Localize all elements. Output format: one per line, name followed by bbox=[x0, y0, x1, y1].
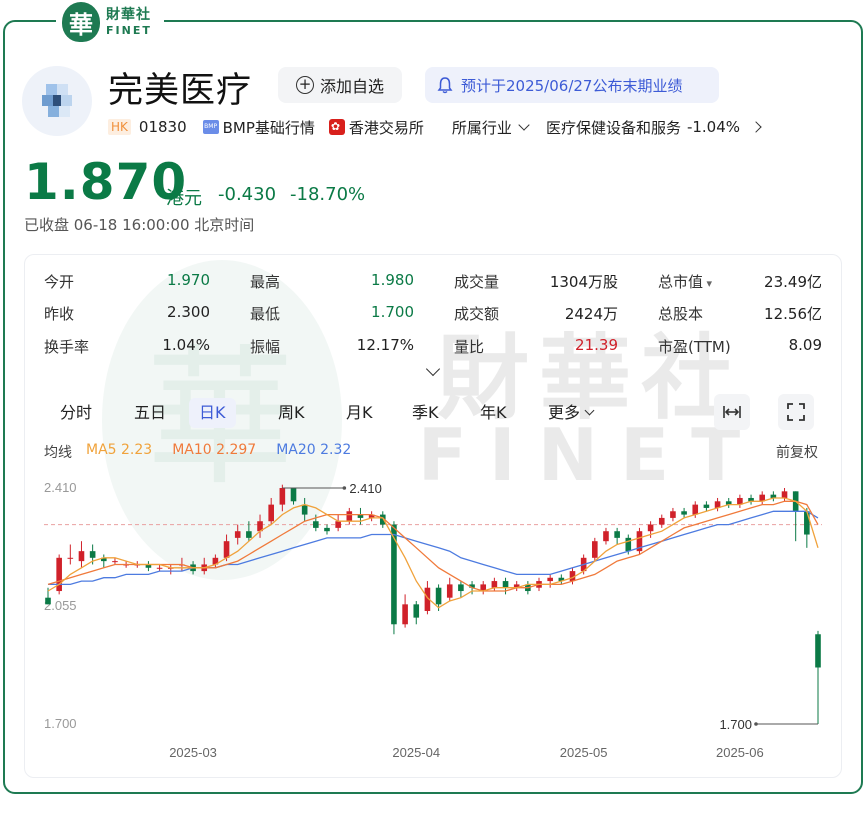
candle-body bbox=[603, 531, 609, 542]
candle-body bbox=[658, 517, 665, 525]
x-tick-label: 2025-04 bbox=[392, 745, 440, 760]
candle-body bbox=[324, 527, 330, 532]
candle-body bbox=[67, 557, 74, 559]
candle-body bbox=[223, 541, 230, 558]
x-tick-label: 2025-06 bbox=[716, 745, 764, 760]
candle-body bbox=[246, 531, 252, 538]
high-annotation: 2.410 bbox=[349, 481, 382, 496]
x-tick-label: 2025-05 bbox=[560, 745, 608, 760]
candle-body bbox=[614, 531, 620, 538]
candle-body bbox=[804, 511, 810, 535]
candle-body bbox=[670, 511, 676, 518]
candle-body bbox=[413, 604, 420, 618]
candle-body bbox=[625, 537, 632, 552]
candle-body bbox=[335, 521, 341, 528]
candle-body bbox=[547, 577, 553, 582]
candle-body bbox=[692, 504, 699, 515]
high-marker-dot bbox=[342, 486, 347, 490]
candle-body bbox=[346, 511, 353, 522]
candle-body bbox=[234, 531, 241, 538]
ma5-line bbox=[47, 497, 819, 609]
candle-body bbox=[491, 581, 498, 588]
y-tick-label: 1.700 bbox=[44, 716, 77, 731]
candle-body bbox=[112, 561, 118, 563]
candle-body bbox=[781, 491, 788, 498]
candle-body bbox=[681, 511, 687, 515]
candle-body bbox=[446, 584, 453, 598]
candle-body bbox=[502, 581, 509, 588]
candle-body bbox=[268, 504, 274, 522]
candle-body bbox=[815, 634, 821, 668]
candle-body bbox=[313, 521, 319, 528]
low-annotation: 1.700 bbox=[719, 717, 752, 732]
x-tick-label: 2025-03 bbox=[169, 745, 217, 760]
y-tick-label: 2.410 bbox=[44, 480, 77, 495]
candle-body bbox=[290, 488, 297, 502]
kline-chart[interactable]: 2.4102.0551.7002.4101.7002025-03 2025-04 2… bbox=[0, 0, 866, 814]
candle-body bbox=[301, 504, 308, 515]
candle-body bbox=[647, 524, 654, 532]
candle-body bbox=[391, 524, 397, 625]
candle-body bbox=[435, 587, 442, 605]
candle-body bbox=[592, 541, 598, 558]
candle-body bbox=[45, 597, 51, 605]
candle-body bbox=[279, 488, 286, 505]
candle-body bbox=[458, 584, 464, 592]
candle-body bbox=[156, 567, 163, 569]
candle-body bbox=[78, 551, 85, 562]
candle-body bbox=[402, 604, 408, 625]
low-marker-dot bbox=[754, 722, 758, 726]
candle-body bbox=[89, 551, 96, 558]
candle-body bbox=[703, 504, 710, 508]
